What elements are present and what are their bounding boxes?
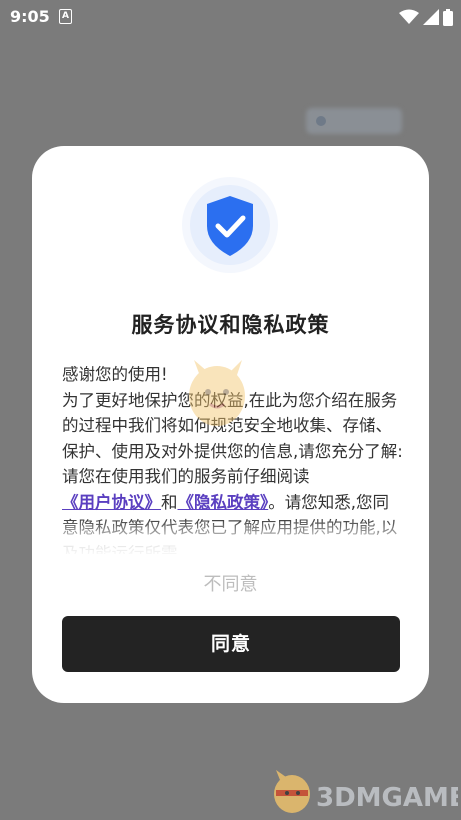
watermark-text: 3DMGAME [316, 783, 458, 813]
watermark-logo: 3DMGAME [268, 768, 461, 816]
status-bar: 9:05 A [0, 0, 461, 34]
watermark-mascot-icon [189, 360, 245, 426]
status-time: 9:05 [10, 7, 50, 26]
background-dot [316, 116, 326, 126]
privacy-policy-link[interactable]: 《隐私政策》 [178, 493, 269, 512]
signal-icon [423, 9, 439, 25]
body-fade [62, 518, 404, 558]
dialog-title: 服务协议和隐私政策 [131, 313, 330, 337]
shield-check-icon [181, 176, 279, 274]
user-agreement-link[interactable]: 《用户协议》 [62, 493, 161, 512]
wifi-icon [399, 9, 419, 24]
disagree-button[interactable]: 不同意 [32, 570, 429, 596]
body-and: 和 [161, 492, 178, 512]
status-icons [399, 7, 453, 27]
a-icon: A [59, 9, 72, 24]
agree-button[interactable]: 同意 [62, 616, 400, 672]
battery-icon [443, 8, 453, 26]
